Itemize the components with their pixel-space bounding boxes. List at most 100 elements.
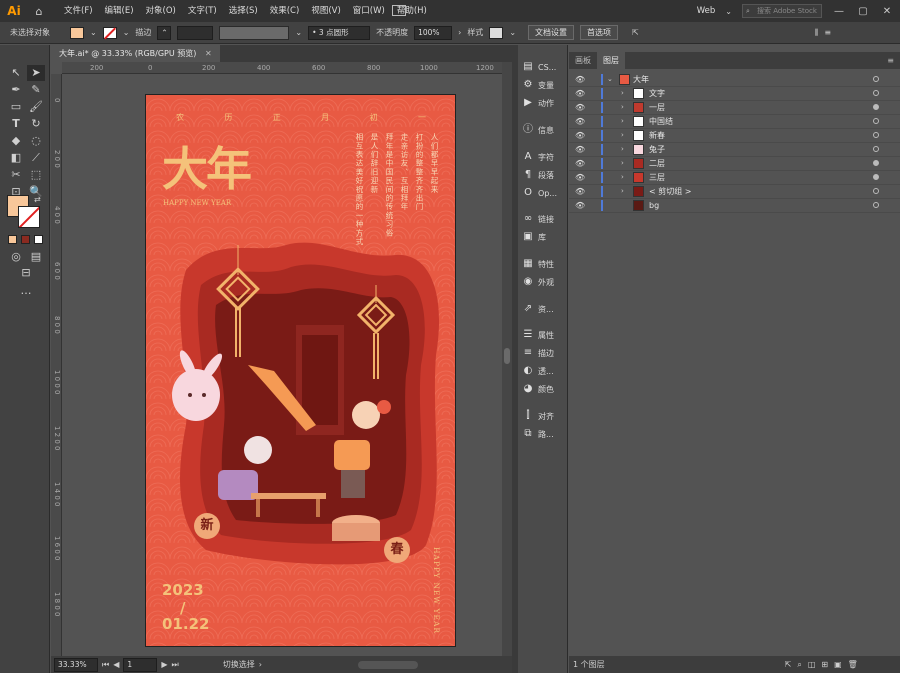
chevron-right-icon[interactable]: › (621, 131, 624, 139)
dock-assets[interactable]: ⇗ 资... (522, 301, 554, 317)
style-swatch[interactable] (489, 26, 504, 39)
target-circle-icon[interactable] (873, 76, 879, 83)
stroke-weight-input[interactable] (177, 25, 214, 40)
chevron-right-icon[interactable]: › (458, 28, 461, 37)
layer-name[interactable]: 三层 (649, 172, 665, 183)
chevron-right-icon[interactable]: › (621, 187, 624, 195)
new-sublayer-icon[interactable]: ⊞ (821, 660, 828, 669)
chevron-right-icon[interactable]: › (621, 173, 624, 181)
new-layer-icon[interactable]: ▣ (834, 660, 842, 669)
layer-name[interactable]: 大年 (633, 74, 649, 85)
layer-name[interactable]: 文字 (649, 88, 665, 99)
arrange-documents-icon[interactable] (392, 5, 406, 16)
none-mode-icon[interactable] (34, 235, 43, 244)
dock-actions[interactable]: ▶ 动作 (522, 95, 554, 111)
dock-pathfinder[interactable]: ⧉ 路... (522, 426, 553, 442)
horizontal-scrollbar[interactable] (357, 660, 418, 669)
visibility-eye-icon[interactable]: 👁 (575, 103, 585, 112)
chevron-right-icon[interactable]: › (621, 159, 624, 167)
color-mode-icon[interactable] (8, 235, 17, 244)
dock-character[interactable]: A 字符 (522, 149, 554, 165)
next-artboard-icon[interactable]: ▶ (161, 660, 167, 669)
visibility-eye-icon[interactable]: 👁 (575, 187, 585, 196)
layer-row[interactable]: 👁 › 二层 (569, 157, 900, 171)
maximize-icon[interactable]: ▢ (856, 6, 870, 17)
layer-name[interactable]: < 剪切组 > (649, 186, 692, 197)
menu-window[interactable]: 窗口(W) (347, 0, 391, 22)
dock-variables[interactable]: ⚙ 变量 (522, 77, 554, 93)
pen-tool-icon[interactable]: ✒ (7, 82, 25, 98)
layer-row-top[interactable]: 👁 ⌄ 大年 (569, 73, 900, 87)
chevron-down-icon[interactable]: ⌄ (90, 28, 97, 37)
target-circle-icon[interactable] (873, 202, 879, 209)
last-artboard-icon[interactable]: ⏭ (172, 660, 179, 670)
horizontal-ruler[interactable]: 200 0 200 400 600 800 1000 1200 (62, 62, 502, 74)
target-circle-icon[interactable] (873, 132, 879, 139)
layer-name[interactable]: 新春 (649, 130, 665, 141)
brush-select[interactable]: • 3 点圆形 (308, 25, 371, 40)
target-circle-icon[interactable] (873, 104, 879, 111)
close-tab-icon[interactable]: ✕ (205, 49, 212, 58)
symbol-sprayer-tool-icon[interactable]: ⬚ (27, 167, 45, 183)
stroke-swatch[interactable] (102, 26, 117, 40)
panel-menu-icon[interactable]: ≡ (824, 28, 831, 37)
delete-icon[interactable]: 🗑 (848, 660, 858, 669)
chevron-right-icon[interactable]: › (621, 117, 624, 125)
gradient-tool-icon[interactable]: ◧ (7, 150, 25, 166)
align-icon[interactable]: ⫼ (815, 28, 819, 38)
status-text[interactable]: 切换选择 (223, 659, 255, 670)
curvature-tool-icon[interactable]: ✎ (27, 82, 45, 98)
chevron-right-icon[interactable]: › (259, 660, 262, 669)
dock-opentype[interactable]: O Op... (522, 185, 557, 201)
edit-toolbar-icon[interactable]: … (17, 283, 35, 299)
target-circle-icon[interactable] (873, 188, 879, 195)
chevron-right-icon[interactable]: › (621, 103, 624, 111)
layer-row[interactable]: 👁 › 三层 (569, 171, 900, 185)
dock-transparency[interactable]: ◐ 透... (522, 363, 554, 379)
dock-attributes[interactable]: ▦ 特性 (522, 256, 554, 272)
dock-align[interactable]: ⫿ 对齐 (522, 408, 554, 424)
chevron-right-icon[interactable]: › (621, 145, 624, 153)
clipping-mask-icon[interactable]: ◫ (808, 660, 816, 669)
layer-row[interactable]: 👁 › < 剪切组 > (569, 185, 900, 199)
chevron-down-icon[interactable]: ⌄ (607, 75, 613, 83)
dock-properties[interactable]: ☰ 属性 (522, 327, 554, 343)
direct-selection-tool-icon[interactable]: ➤ (27, 65, 45, 81)
minimize-icon[interactable]: — (832, 6, 846, 17)
stroke-color-swatch[interactable] (18, 206, 40, 228)
chevron-down-icon[interactable]: ⌄ (509, 28, 516, 37)
rotate-tool-icon[interactable]: ↻ (27, 116, 45, 132)
first-artboard-icon[interactable]: ⏮ (102, 660, 109, 670)
tab-layers[interactable]: 图层 (597, 52, 625, 69)
chevron-down-icon[interactable]: ⌄ (725, 7, 732, 16)
visibility-eye-icon[interactable]: 👁 (575, 159, 585, 168)
screen-mode-icon[interactable]: ▤ (27, 249, 45, 265)
menu-object[interactable]: 对象(O) (140, 0, 182, 22)
lasso-tool-icon[interactable]: ◌ (27, 133, 45, 149)
dock-libraries[interactable]: ▣ 库 (522, 229, 546, 245)
tab-artboards[interactable]: 画板 (569, 52, 597, 69)
scroll-thumb[interactable] (504, 348, 510, 364)
visibility-eye-icon[interactable]: 👁 (575, 131, 585, 140)
dock-stroke[interactable]: ≡ 描边 (522, 345, 554, 361)
transform-icon[interactable]: ⇱ (632, 28, 639, 37)
selection-tool-icon[interactable]: ↖ (7, 65, 25, 81)
target-circle-icon[interactable] (873, 174, 879, 181)
gradient-mode-icon[interactable] (21, 235, 30, 244)
dock-info[interactable]: ⓘ 信息 (522, 122, 554, 138)
stock-search-input[interactable]: ⌕ 搜索 Adobe Stock (742, 4, 822, 18)
target-circle-icon[interactable] (873, 160, 879, 167)
layer-row[interactable]: 👁 › 兔子 (569, 143, 900, 157)
prev-artboard-icon[interactable]: ◀ (113, 660, 119, 669)
vertical-ruler[interactable]: 0 2 0 0 4 0 0 6 0 0 8 0 0 1 0 0 0 1 2 0 … (51, 74, 62, 656)
target-circle-icon[interactable] (873, 90, 879, 97)
eraser-tool-icon[interactable]: ◆ (7, 133, 25, 149)
menu-edit[interactable]: 编辑(E) (99, 0, 140, 22)
visibility-eye-icon[interactable]: 👁 (575, 117, 585, 126)
menu-file[interactable]: 文件(F) (58, 0, 99, 22)
layer-row[interactable]: 👁 › 中国结 (569, 115, 900, 129)
close-icon[interactable]: ✕ (880, 6, 894, 17)
chevron-down-icon[interactable]: ⌄ (123, 28, 130, 37)
workspace-switcher[interactable]: Web (697, 6, 716, 16)
vertical-scrollbar[interactable] (502, 62, 512, 656)
